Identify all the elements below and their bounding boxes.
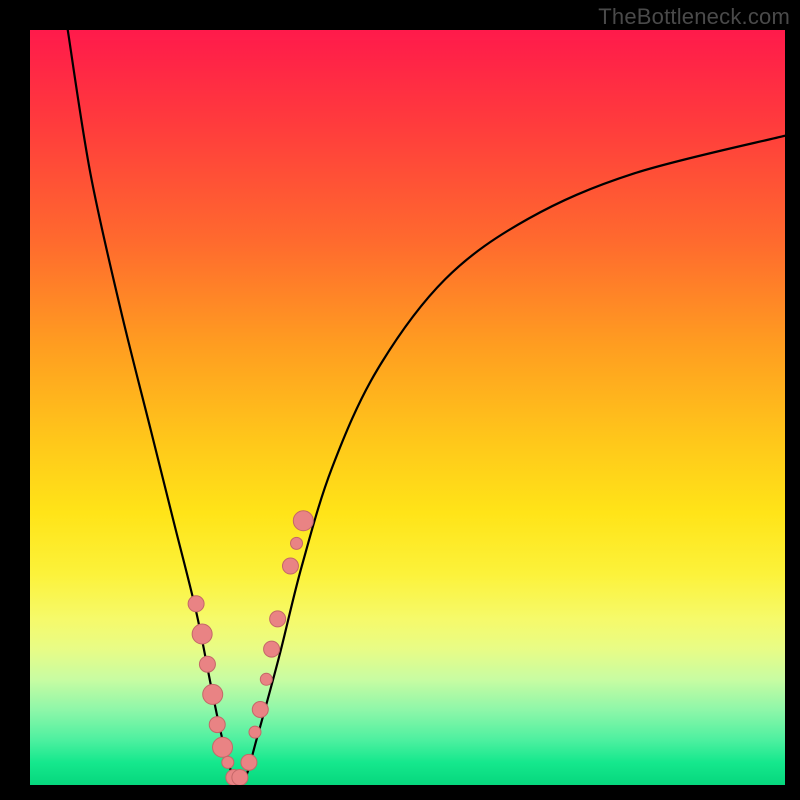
curve-marker: [213, 737, 233, 757]
curve-marker: [264, 641, 280, 657]
curve-marker: [293, 511, 313, 531]
curve-marker: [291, 537, 303, 549]
curve-marker: [241, 754, 257, 770]
curve-markers: [188, 511, 313, 785]
curve-marker: [249, 726, 261, 738]
curve-marker: [260, 673, 272, 685]
curve-marker: [209, 717, 225, 733]
curve-marker: [232, 769, 248, 785]
curve-svg: [30, 30, 785, 785]
curve-marker: [222, 756, 234, 768]
watermark-text: TheBottleneck.com: [598, 4, 790, 30]
plot-area: [30, 30, 785, 785]
curve-marker: [199, 656, 215, 672]
chart-frame: TheBottleneck.com: [0, 0, 800, 800]
bottleneck-curve: [68, 30, 785, 782]
curve-marker: [282, 558, 298, 574]
curve-marker: [188, 596, 204, 612]
curve-marker: [192, 624, 212, 644]
curve-marker: [252, 702, 268, 718]
curve-marker: [270, 611, 286, 627]
curve-marker: [203, 684, 223, 704]
